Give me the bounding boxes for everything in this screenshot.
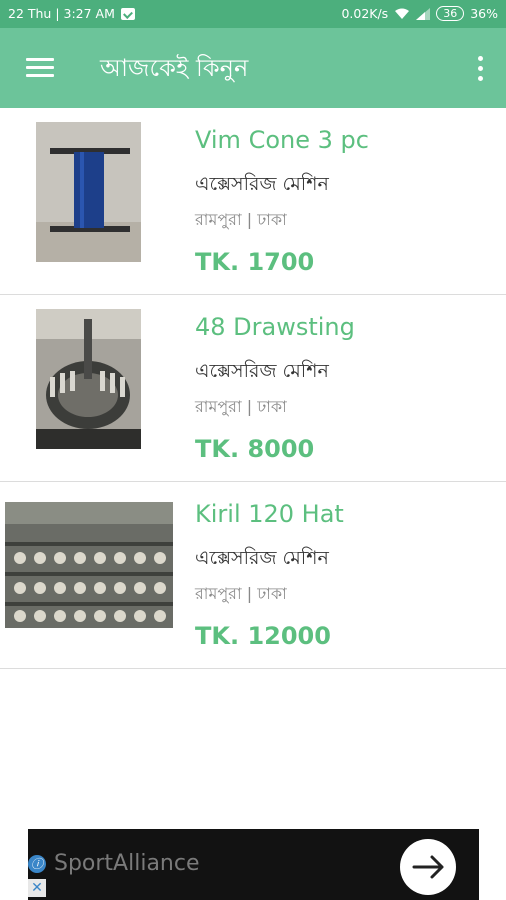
listing-title[interactable]: Vim Cone 3 pc	[195, 126, 369, 154]
hamburger-menu-icon[interactable]	[26, 58, 54, 78]
listing-title[interactable]: Kiril 120 Hat	[195, 500, 344, 528]
status-datetime: 22 Thu | 3:27 AM	[8, 6, 115, 21]
network-speed: 0.02K/s	[341, 6, 389, 21]
battery-percent: 36%	[470, 6, 498, 21]
battery-icon: 36	[436, 6, 465, 21]
listing-category: এক্সেসরিজ মেশিন	[195, 547, 329, 569]
more-vertical-icon[interactable]	[476, 56, 484, 82]
product-image	[36, 309, 141, 449]
message-notification-icon	[120, 7, 135, 20]
app-bar: আজকেই কিনুন	[0, 28, 506, 108]
listing-price: TK. 12000	[195, 622, 331, 650]
listing-location: রামপুরা | ঢাকা	[195, 397, 287, 416]
listing-title[interactable]: 48 Drawsting	[195, 313, 355, 341]
product-image	[36, 122, 141, 262]
listing-list: Vim Cone 3 pc এক্সেসরিজ মেশিন রামপুরা | …	[0, 108, 506, 669]
listing-item[interactable]: Vim Cone 3 pc এক্সেসরিজ মেশিন রামপুরা | …	[0, 108, 506, 295]
info-icon[interactable]: ⓘ	[28, 855, 46, 873]
wifi-icon	[395, 8, 410, 19]
status-bar: 22 Thu | 3:27 AM 0.02K/s 36 36%	[0, 0, 506, 28]
listing-item[interactable]: Kiril 120 Hat এক্সেসরিজ মেশিন রামপুরা | …	[0, 482, 506, 669]
listing-item[interactable]: 48 Drawsting এক্সেসরিজ মেশিন রামপুরা | ঢ…	[0, 295, 506, 482]
arrow-right-icon[interactable]	[400, 839, 456, 895]
listing-price: TK. 1700	[195, 248, 315, 276]
listing-category: এক্সেসরিজ মেশিন	[195, 360, 329, 382]
listing-category: এক্সেসরিজ মেশিন	[195, 173, 329, 195]
page-title: আজকেই কিনুন	[100, 54, 249, 82]
product-image	[5, 502, 173, 628]
close-icon[interactable]: ✕	[28, 879, 46, 897]
listing-price: TK. 8000	[195, 435, 315, 463]
ad-banner[interactable]: ⓘ ✕ SportAlliance	[28, 829, 479, 900]
signal-icon	[416, 7, 431, 20]
ad-text[interactable]: SportAlliance	[54, 851, 200, 876]
listing-location: রামপুরা | ঢাকা	[195, 210, 287, 229]
listing-location: রামপুরা | ঢাকা	[195, 584, 287, 603]
